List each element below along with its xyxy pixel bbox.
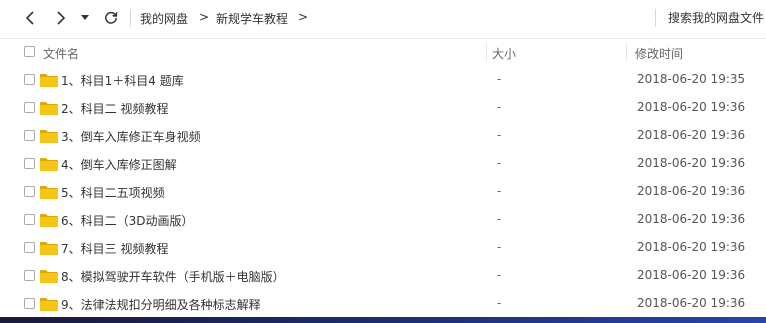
folder-icon (40, 297, 58, 311)
breadcrumb-separator: > (199, 10, 210, 24)
file-modified-time: 2018-06-20 19:36 (637, 156, 746, 170)
toolbar: 我的网盘 > 新规学车教程 > (0, 0, 766, 36)
row-checkbox[interactable] (24, 102, 35, 113)
file-size: - (497, 100, 502, 114)
file-size: - (497, 212, 502, 226)
column-header-name[interactable]: 文件名 (43, 45, 79, 62)
file-row[interactable]: 1、科目1＋科目4 题库 - 2018-06-20 19:35 (0, 66, 766, 94)
file-row[interactable]: 4、倒车入库修正图解 - 2018-06-20 19:36 (0, 150, 766, 178)
file-size: - (497, 268, 502, 282)
file-list-header: 文件名 大小 修改时间 (0, 38, 766, 67)
netdisk-window: 我的网盘 > 新规学车教程 > 文件名 大小 修改时间 1、科目1＋科目4 题库… (0, 0, 766, 323)
file-modified-time: 2018-06-20 19:35 (637, 72, 746, 86)
file-name[interactable]: 8、模拟驾驶开车软件（手机版＋电脑版） (61, 268, 285, 285)
taskbar-edge (0, 317, 766, 323)
back-arrow-icon[interactable] (21, 8, 39, 28)
file-modified-time: 2018-06-20 19:36 (637, 268, 746, 282)
file-size: - (497, 184, 502, 198)
file-size: - (497, 72, 502, 86)
file-modified-time: 2018-06-20 19:36 (637, 240, 746, 254)
file-list: 1、科目1＋科目4 题库 - 2018-06-20 19:35 2、科目二 视频… (0, 66, 766, 318)
file-row[interactable]: 2、科目二 视频教程 - 2018-06-20 19:36 (0, 94, 766, 122)
file-modified-time: 2018-06-20 19:36 (637, 296, 746, 310)
file-size: - (497, 128, 502, 142)
file-size: - (497, 156, 502, 170)
row-checkbox[interactable] (24, 298, 35, 309)
file-row[interactable]: 7、科目三 视频教程 - 2018-06-20 19:36 (0, 234, 766, 262)
breadcrumb-separator: > (298, 10, 309, 24)
file-row[interactable]: 6、科目二（3D动画版） - 2018-06-20 19:36 (0, 206, 766, 234)
breadcrumb-item-current-folder[interactable]: 新规学车教程 (216, 10, 288, 27)
search-input[interactable] (662, 6, 766, 30)
breadcrumb-item-my-disk[interactable]: 我的网盘 (140, 10, 188, 27)
file-name[interactable]: 7、科目三 视频教程 (61, 240, 168, 257)
row-checkbox[interactable] (24, 214, 35, 225)
file-name[interactable]: 5、科目二五项视频 (61, 184, 165, 201)
folder-icon (40, 129, 58, 143)
file-name[interactable]: 9、法律法规扣分明细及各种标志解释 (61, 296, 261, 313)
toolbar-divider (655, 9, 656, 27)
file-modified-time: 2018-06-20 19:36 (637, 212, 746, 226)
file-modified-time: 2018-06-20 19:36 (637, 100, 746, 114)
file-row[interactable]: 3、倒车入库修正车身视频 - 2018-06-20 19:36 (0, 122, 766, 150)
folder-icon (40, 213, 58, 227)
folder-icon (40, 185, 58, 199)
file-row[interactable]: 8、模拟驾驶开车软件（手机版＋电脑版） - 2018-06-20 19:36 (0, 262, 766, 290)
file-row[interactable]: 5、科目二五项视频 - 2018-06-20 19:36 (0, 178, 766, 206)
folder-icon (40, 269, 58, 283)
file-size: - (497, 296, 502, 310)
select-all-checkbox[interactable] (24, 46, 35, 57)
folder-icon (40, 101, 58, 115)
refresh-icon[interactable] (102, 8, 120, 28)
toolbar-divider (130, 9, 131, 27)
folder-icon (40, 73, 58, 87)
folder-icon (40, 241, 58, 255)
row-checkbox[interactable] (24, 158, 35, 169)
dropdown-caret-icon[interactable] (76, 8, 94, 28)
file-name[interactable]: 4、倒车入库修正图解 (61, 156, 177, 173)
file-modified-time: 2018-06-20 19:36 (637, 184, 746, 198)
row-checkbox[interactable] (24, 186, 35, 197)
file-size: - (497, 240, 502, 254)
file-name[interactable]: 2、科目二 视频教程 (61, 100, 168, 117)
column-header-modified[interactable]: 修改时间 (635, 45, 683, 62)
forward-arrow-icon[interactable] (52, 8, 70, 28)
row-checkbox[interactable] (24, 130, 35, 141)
column-resize-handle[interactable] (486, 43, 487, 61)
row-checkbox[interactable] (24, 270, 35, 281)
column-resize-handle[interactable] (626, 43, 627, 61)
file-row[interactable]: 9、法律法规扣分明细及各种标志解释 - 2018-06-20 19:36 (0, 290, 766, 318)
column-header-size[interactable]: 大小 (492, 45, 516, 62)
row-checkbox[interactable] (24, 242, 35, 253)
file-name[interactable]: 1、科目1＋科目4 题库 (61, 72, 184, 89)
file-name[interactable]: 3、倒车入库修正车身视频 (61, 128, 201, 145)
folder-icon (40, 157, 58, 171)
row-checkbox[interactable] (24, 74, 35, 85)
file-modified-time: 2018-06-20 19:36 (637, 128, 746, 142)
file-name[interactable]: 6、科目二（3D动画版） (61, 212, 194, 229)
